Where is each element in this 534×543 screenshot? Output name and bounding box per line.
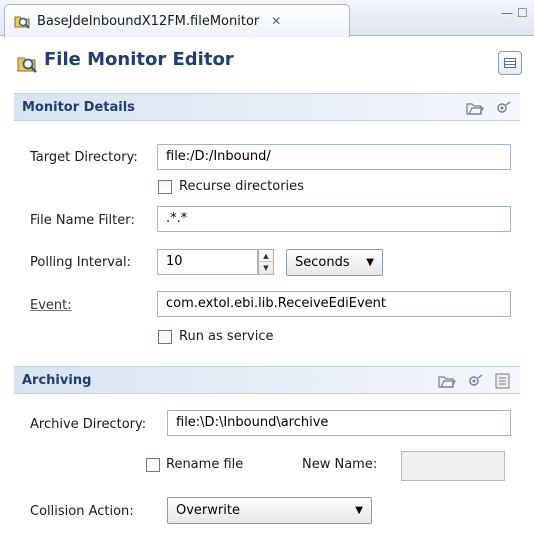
chevron-down-icon: ▼	[355, 505, 363, 516]
maximize-icon[interactable]: ☐	[517, 6, 528, 20]
monitor-details-section: Monitor Details Target Directory: file:/…	[14, 93, 520, 344]
collision-action-select[interactable]: Overwrite ▼	[167, 497, 372, 524]
archiving-section: Archiving Archive Directory: file:\D:\In…	[14, 366, 520, 536]
minimize-icon[interactable]: —	[501, 6, 513, 20]
archive-directory-label: Archive Directory:	[30, 417, 147, 432]
collision-action-label: Collision Action:	[30, 504, 134, 519]
event-input[interactable]: com.extol.ebi.lib.ReceiveEdiEvent	[157, 291, 511, 317]
target-directory-input[interactable]: file:/D:/Inbound/	[157, 144, 511, 170]
polling-interval-input[interactable]: 10	[157, 249, 258, 275]
browse-icon[interactable]	[466, 373, 484, 389]
editor-header: File Monitor Editor	[0, 37, 534, 85]
list-icon	[504, 58, 516, 68]
spinner-down-icon[interactable]: ▼	[259, 262, 273, 274]
run-as-service-label: Run as service	[179, 329, 274, 344]
polling-interval-label: Polling Interval:	[30, 255, 131, 270]
section-header: Monitor Details	[14, 93, 520, 121]
target-directory-label: Target Directory:	[30, 150, 138, 165]
new-name-input[interactable]	[401, 451, 505, 481]
section-title: Archiving	[22, 372, 92, 388]
editor-tab-bar: BaseJdeInboundX12FM.fileMonitor ✕ — ☐	[0, 0, 534, 37]
rename-file-label: Rename file	[166, 457, 244, 472]
recurse-directories-checkbox[interactable]	[158, 180, 172, 194]
run-as-service-checkbox[interactable]	[158, 330, 172, 344]
event-link[interactable]: Event:	[30, 298, 72, 313]
open-folder-icon[interactable]	[466, 100, 484, 116]
file-name-filter-input[interactable]: .*.*	[157, 206, 511, 232]
section-header: Archiving	[14, 366, 520, 394]
file-monitor-icon	[14, 16, 30, 29]
editor-tab[interactable]: BaseJdeInboundX12FM.fileMonitor ✕	[4, 4, 350, 37]
file-monitor-icon	[17, 57, 37, 73]
polling-interval-spinner[interactable]: ▲ ▼	[258, 249, 274, 275]
spinner-up-icon[interactable]: ▲	[259, 250, 273, 262]
tab-title: BaseJdeInboundX12FM.fileMonitor	[37, 13, 260, 29]
page-title: File Monitor Editor	[44, 49, 234, 70]
browse-icon[interactable]	[494, 100, 512, 116]
section-title: Monitor Details	[22, 99, 135, 115]
form-layout-button[interactable]	[498, 51, 522, 75]
polling-unit-select[interactable]: Seconds ▼	[286, 249, 383, 276]
collision-action-value: Overwrite	[176, 503, 240, 518]
file-name-filter-label: File Name Filter:	[30, 213, 135, 228]
rename-file-checkbox[interactable]	[146, 458, 160, 472]
open-folder-icon[interactable]	[438, 373, 456, 389]
close-icon[interactable]: ✕	[271, 14, 281, 28]
new-name-label: New Name:	[302, 457, 378, 472]
archive-directory-input[interactable]: file:\D:\Inbound\archive	[167, 410, 511, 436]
chevron-down-icon: ▼	[366, 257, 374, 268]
recurse-directories-label: Recurse directories	[179, 179, 304, 194]
properties-icon[interactable]	[494, 373, 512, 389]
polling-unit-value: Seconds	[295, 255, 350, 270]
